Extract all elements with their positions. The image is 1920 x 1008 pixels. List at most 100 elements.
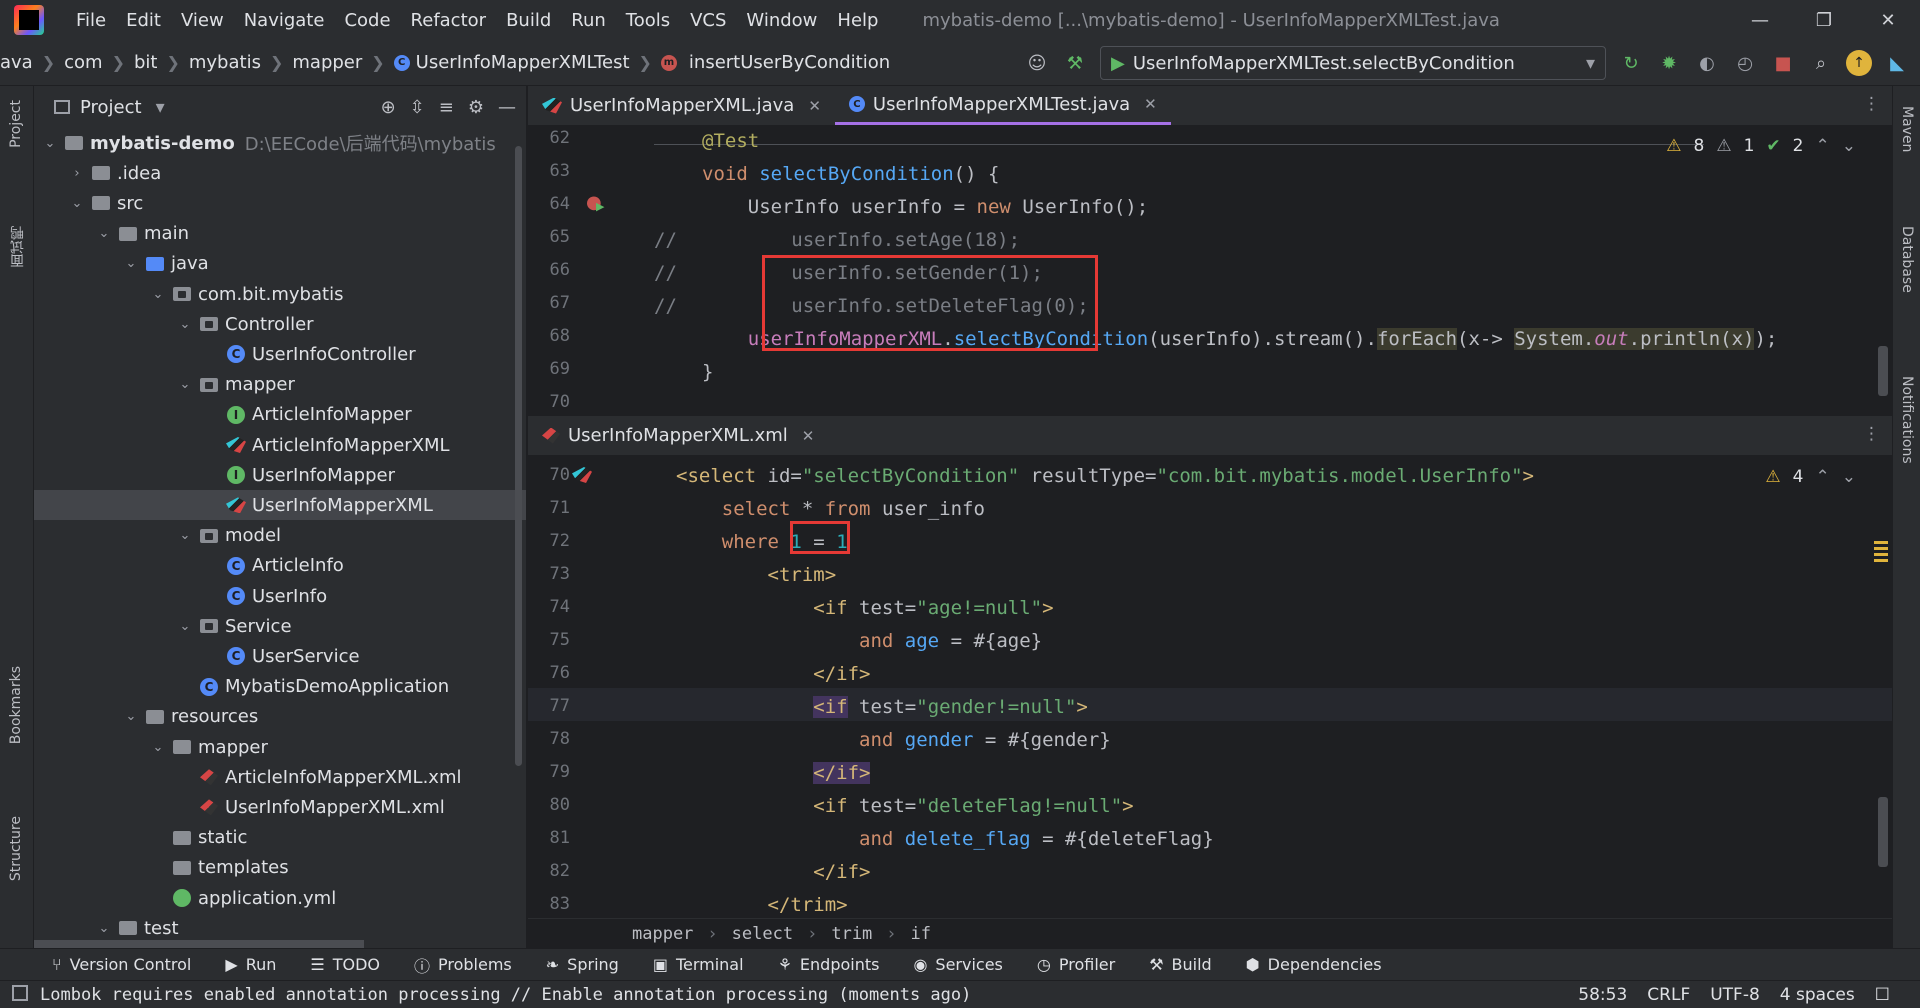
mianshiya-tool-button[interactable]: 面试鸭 bbox=[8, 226, 28, 268]
mybatis-navigate-icon[interactable] bbox=[572, 467, 592, 483]
tree-item[interactable]: I UserInfoMapper bbox=[34, 460, 526, 490]
xml-editor[interactable]: 70 71 72 73 74 75 76 77 78 79 80 81 82 8… bbox=[528, 457, 1892, 918]
java-editor[interactable]: 62 63 64 65 66 67 68 69 70 ● ▶ @Test voi… bbox=[528, 126, 1892, 414]
hide-icon[interactable]: — bbox=[498, 97, 516, 118]
chevron-down-icon[interactable]: ⌄ bbox=[177, 377, 193, 392]
toggle-tool-windows-icon[interactable] bbox=[12, 985, 28, 1001]
chevron-down-icon[interactable]: ⌄ bbox=[123, 709, 139, 724]
close-tab-icon[interactable]: ✕ bbox=[808, 97, 821, 115]
tree-item[interactable]: C UserInfo bbox=[34, 581, 526, 611]
tool-terminal[interactable]: ▣ Terminal bbox=[653, 955, 744, 974]
bookmarks-tool-button[interactable]: Bookmarks bbox=[8, 666, 24, 744]
close-icon[interactable]: ✕ bbox=[1856, 0, 1920, 40]
menu-file[interactable]: File bbox=[66, 10, 116, 31]
breadcrumb-item[interactable]: mapper bbox=[632, 924, 693, 944]
menu-window[interactable]: Window bbox=[736, 10, 827, 31]
collapse-all-icon[interactable]: ≡ bbox=[439, 97, 454, 118]
tree-item[interactable]: C UserInfoController bbox=[34, 339, 526, 369]
restore-icon[interactable]: ❐ bbox=[1792, 0, 1856, 40]
menu-navigate[interactable]: Navigate bbox=[234, 10, 335, 31]
menu-vcs[interactable]: VCS bbox=[680, 10, 736, 31]
project-horizontal-scrollbar[interactable] bbox=[34, 940, 364, 948]
tool-problems[interactable]: ⓘ Problems bbox=[414, 953, 512, 977]
rerun-icon[interactable]: ↻ bbox=[1618, 50, 1644, 76]
chevron-down-icon[interactable]: ⌄ bbox=[177, 317, 193, 332]
tree-item[interactable]: UserInfoMapperXML.xml bbox=[34, 792, 526, 822]
more-options-icon[interactable]: ⋮ bbox=[1863, 424, 1880, 444]
coverage-icon[interactable]: ◐ bbox=[1694, 50, 1720, 76]
tree-item[interactable]: C MybatisDemoApplication bbox=[34, 672, 526, 702]
tree-item[interactable]: ⌄ model bbox=[34, 521, 526, 551]
breadcrumb-item[interactable]: trim bbox=[831, 924, 872, 944]
breadcrumb-item[interactable]: bit bbox=[134, 52, 157, 73]
chevron-down-icon[interactable]: ⌄ bbox=[177, 528, 193, 543]
chevron-down-icon[interactable]: ⌄ bbox=[177, 619, 193, 634]
close-tab-icon[interactable]: ✕ bbox=[1144, 95, 1157, 113]
chevron-down-icon[interactable]: ⌄ bbox=[1842, 467, 1856, 487]
tree-item[interactable]: ⌄ test bbox=[34, 913, 526, 943]
tree-item[interactable]: ⌄ main bbox=[34, 219, 526, 249]
chevron-right-icon[interactable]: › bbox=[69, 166, 85, 181]
tree-item[interactable]: ⌄ resources bbox=[34, 702, 526, 732]
tree-item[interactable]: ⌄ mapper bbox=[34, 370, 526, 400]
tree-item[interactable]: ⌄ src bbox=[34, 188, 526, 218]
chevron-down-icon[interactable]: ⌄ bbox=[123, 256, 139, 271]
close-tab-icon[interactable]: ✕ bbox=[802, 427, 815, 445]
readonly-lock-icon[interactable]: ☐ bbox=[1875, 985, 1890, 1005]
tree-item[interactable]: UserInfoMapperXML bbox=[34, 490, 526, 521]
breadcrumb-item[interactable]: if bbox=[911, 924, 931, 944]
user-icon[interactable]: ☺ bbox=[1024, 50, 1050, 76]
menu-view[interactable]: View bbox=[171, 10, 234, 31]
menu-edit[interactable]: Edit bbox=[116, 10, 171, 31]
project-tool-button[interactable]: Project bbox=[8, 100, 24, 148]
debug-icon[interactable]: ✹ bbox=[1656, 50, 1682, 76]
tool-build[interactable]: ⚒ Build bbox=[1149, 955, 1212, 974]
chevron-down-icon[interactable]: ⌄ bbox=[42, 136, 58, 151]
inspection-widget[interactable]: ⚠ 4 ⌃ ⌄ bbox=[1765, 467, 1856, 487]
breadcrumb-item[interactable]: mybatis bbox=[189, 52, 261, 73]
menu-tools[interactable]: Tools bbox=[616, 10, 680, 31]
breadcrumb-item[interactable]: ava bbox=[0, 52, 33, 73]
menu-code[interactable]: Code bbox=[334, 10, 400, 31]
tool-profiler[interactable]: ◷ Profiler bbox=[1037, 955, 1115, 974]
file-encoding[interactable]: UTF-8 bbox=[1710, 985, 1760, 1005]
menu-run[interactable]: Run bbox=[561, 10, 616, 31]
maven-tool-button[interactable]: Maven bbox=[1899, 106, 1915, 152]
breadcrumb-item[interactable]: insertUserByCondition bbox=[689, 52, 890, 73]
editor-scrollbar[interactable] bbox=[1878, 346, 1888, 396]
tool-services[interactable]: ◉ Services bbox=[913, 955, 1002, 974]
caret-position[interactable]: 58:53 bbox=[1578, 985, 1627, 1005]
tree-item[interactable]: › .idea bbox=[34, 158, 526, 188]
chevron-down-icon[interactable]: ⌄ bbox=[1842, 136, 1856, 156]
tree-item[interactable]: ⌄ java bbox=[34, 249, 526, 279]
search-icon[interactable]: ⌕ bbox=[1808, 50, 1834, 76]
tree-item[interactable]: ⌄ mybatis-demo D:\EECode\后端代码\mybatis bbox=[34, 128, 526, 158]
tree-item[interactable]: ArticleInfoMapperXML bbox=[34, 430, 526, 460]
tree-item[interactable]: ⌄ com.bit.mybatis bbox=[34, 279, 526, 309]
tool-todo[interactable]: ☰ TODO bbox=[310, 955, 380, 974]
menu-help[interactable]: Help bbox=[827, 10, 888, 31]
jetbrains-icon[interactable]: ◣ bbox=[1884, 50, 1910, 76]
locate-icon[interactable]: ⊕ bbox=[381, 97, 396, 118]
menu-refactor[interactable]: Refactor bbox=[401, 10, 497, 31]
tree-item[interactable]: I ArticleInfoMapper bbox=[34, 400, 526, 430]
chevron-up-icon[interactable]: ⌃ bbox=[1816, 136, 1830, 156]
build-hammer-icon[interactable]: ⚒ bbox=[1062, 50, 1088, 76]
tool-version-control[interactable]: ⑂ Version Control bbox=[52, 955, 191, 974]
chevron-down-icon[interactable]: ⌄ bbox=[150, 740, 166, 755]
tree-item[interactable]: ⌄ Controller bbox=[34, 309, 526, 339]
profile-icon[interactable]: ◴ bbox=[1732, 50, 1758, 76]
tab-userinfomapperxmltest-java[interactable]: C UserInfoMapperXMLTest.java ✕ bbox=[834, 86, 1171, 125]
tree-item[interactable]: C ArticleInfo bbox=[34, 551, 526, 581]
run-configuration-select[interactable]: ▶ UserInfoMapperXMLTest.selectByConditio… bbox=[1100, 46, 1606, 80]
editor-scrollbar[interactable] bbox=[1878, 797, 1888, 867]
chevron-down-icon[interactable]: ⌄ bbox=[96, 226, 112, 241]
chevron-down-icon[interactable]: ▾ bbox=[156, 97, 165, 118]
gear-icon[interactable]: ⚙ bbox=[468, 97, 484, 118]
line-separator[interactable]: CRLF bbox=[1647, 985, 1690, 1005]
stop-icon[interactable]: ■ bbox=[1770, 50, 1796, 76]
tree-item[interactable]: templates bbox=[34, 853, 526, 883]
minimize-icon[interactable]: — bbox=[1728, 0, 1792, 40]
status-message[interactable]: Lombok requires enabled annotation proce… bbox=[40, 985, 971, 1005]
tree-item[interactable]: static bbox=[34, 823, 526, 853]
